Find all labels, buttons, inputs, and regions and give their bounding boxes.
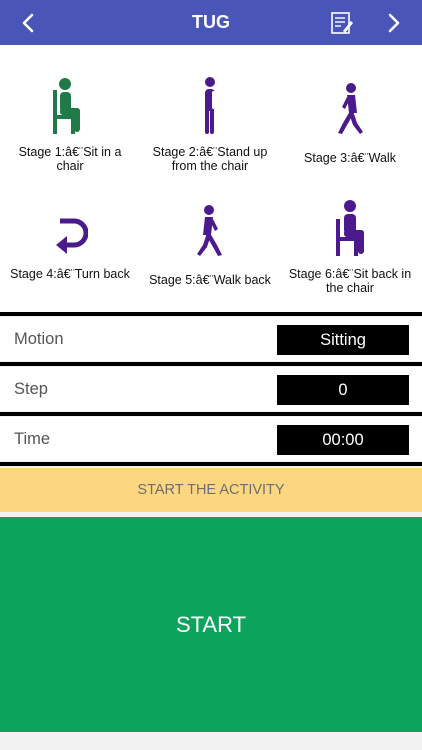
- sitting-person-icon: [336, 200, 364, 256]
- divider: [0, 312, 422, 316]
- back-button[interactable]: [6, 0, 50, 45]
- stage-1-label: Stage 1:â€¨Sit in a chair: [18, 145, 122, 173]
- motion-label: Motion: [14, 330, 64, 348]
- step-value: 0: [277, 375, 409, 405]
- motion-value: Sitting: [277, 325, 409, 355]
- stage-5-label: Stage 5:â€¨Walk back: [149, 273, 271, 287]
- chevron-left-icon: [22, 13, 34, 32]
- divider: [0, 412, 422, 416]
- stage-5: Stage 5:â€¨Walk back: [140, 195, 280, 287]
- standing-person-icon: [205, 77, 215, 134]
- stage-4: Stage 4:â€¨Turn back: [0, 195, 140, 281]
- start-activity-banner[interactable]: START THE ACTIVITY: [0, 468, 422, 512]
- divider: [0, 362, 422, 366]
- notes-button[interactable]: [320, 0, 364, 45]
- stage-2-label: Stage 2:â€¨Stand up from the chair: [152, 145, 268, 173]
- stages-grid: Stage 1:â€¨Sit in a chair Stage 2:â€¨Sta…: [0, 45, 422, 312]
- time-row: Time 00:00: [0, 417, 422, 461]
- walking-person-icon: [338, 83, 363, 134]
- app-header: TUG: [0, 0, 422, 45]
- bottom-strip: [0, 732, 422, 750]
- start-button[interactable]: START: [0, 517, 422, 732]
- divider: [0, 462, 422, 466]
- chevron-right-icon: [388, 13, 400, 32]
- walking-person-icon: [197, 205, 222, 256]
- stage-3: Stage 3:â€¨Walk: [280, 73, 420, 165]
- stage-6-label: Stage 6:â€¨Sit back in the chair: [288, 267, 412, 295]
- forward-button[interactable]: [372, 0, 416, 45]
- sitting-person-icon: [53, 78, 80, 134]
- turn-back-arrow-icon: [56, 218, 88, 254]
- motion-row: Motion Sitting: [0, 317, 422, 361]
- stage-4-label: Stage 4:â€¨Turn back: [10, 267, 130, 281]
- step-label: Step: [14, 380, 48, 398]
- time-value: 00:00: [277, 425, 409, 455]
- step-row: Step 0: [0, 367, 422, 411]
- stage-2: Stage 2:â€¨Stand up from the chair: [140, 73, 280, 173]
- time-label: Time: [14, 430, 51, 448]
- stage-1: Stage 1:â€¨Sit in a chair: [0, 73, 140, 173]
- stage-6: Stage 6:â€¨Sit back in the chair: [280, 195, 420, 295]
- stage-3-label: Stage 3:â€¨Walk: [304, 151, 396, 165]
- notes-edit-icon: [331, 11, 353, 34]
